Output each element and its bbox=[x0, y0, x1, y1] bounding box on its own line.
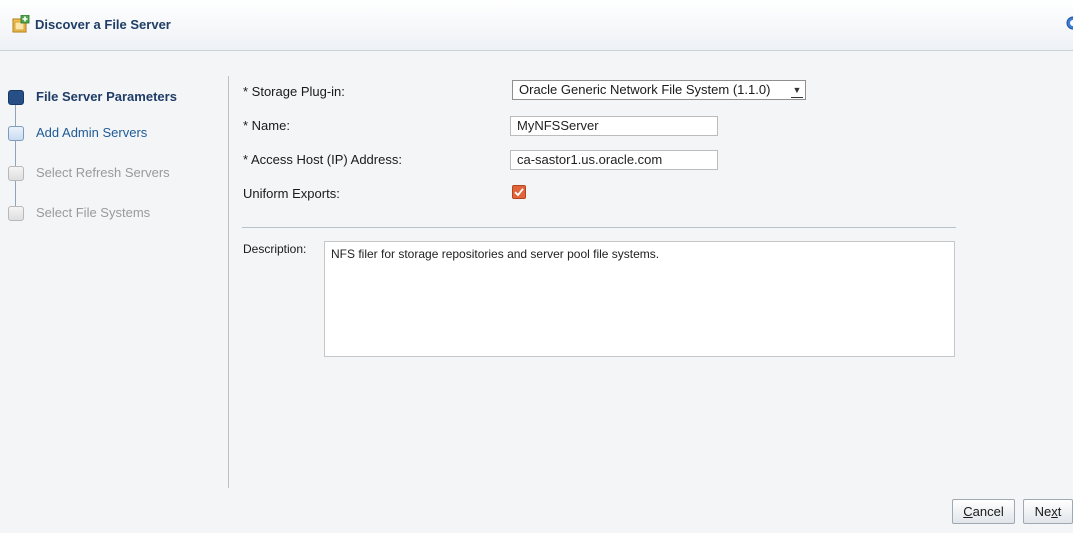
cancel-mnemonic: C bbox=[963, 504, 973, 519]
name-value: MyNFSServer bbox=[517, 118, 599, 133]
uniform-exports-label: Uniform Exports: bbox=[243, 186, 340, 201]
access-host-label: * Access Host (IP) Address: bbox=[243, 152, 402, 167]
description-value: NFS filer for storage repositories and s… bbox=[331, 247, 660, 261]
cancel-label: ancel bbox=[972, 504, 1004, 519]
checkbox-checked-icon[interactable] bbox=[512, 185, 526, 199]
access-host-input[interactable]: ca-sastor1.us.oracle.com bbox=[510, 150, 718, 170]
horizontal-divider bbox=[242, 227, 956, 228]
storage-plugin-select[interactable]: Oracle Generic Network File System (1.1.… bbox=[512, 80, 806, 100]
name-label: * Name: bbox=[243, 118, 290, 133]
train-connector bbox=[15, 96, 16, 216]
cancel-button[interactable]: Cancel bbox=[952, 499, 1015, 524]
storage-plugin-value: Oracle Generic Network File System (1.1.… bbox=[519, 82, 771, 97]
next-button[interactable]: Next bbox=[1023, 499, 1073, 524]
discover-file-server-icon bbox=[12, 15, 30, 33]
chevron-down-icon[interactable]: ▼ bbox=[791, 83, 803, 98]
dialog-title: Discover a File Server bbox=[35, 17, 171, 32]
next-label-start: Ne bbox=[1034, 504, 1052, 519]
help-icon[interactable] bbox=[1066, 16, 1073, 30]
description-label: Description: bbox=[243, 242, 307, 256]
access-host-value: ca-sastor1.us.oracle.com bbox=[517, 152, 663, 167]
train-step-label: Add Admin Servers bbox=[36, 125, 148, 140]
step-disabled-icon bbox=[8, 206, 24, 221]
train-step-label: File Server Parameters bbox=[36, 89, 177, 104]
train-step-label: Select Refresh Servers bbox=[36, 165, 170, 180]
name-input[interactable]: MyNFSServer bbox=[510, 116, 718, 136]
step-current-icon bbox=[8, 90, 24, 105]
dialog-header: Discover a File Server bbox=[0, 0, 1073, 51]
train-step-label: Select File Systems bbox=[36, 205, 151, 220]
next-label-end: t bbox=[1057, 504, 1062, 519]
step-disabled-icon bbox=[8, 166, 24, 181]
step-visited-icon bbox=[8, 126, 24, 141]
description-textarea[interactable]: NFS filer for storage repositories and s… bbox=[324, 241, 955, 357]
vertical-divider bbox=[228, 76, 229, 488]
storage-plugin-label: * Storage Plug-in: bbox=[243, 84, 345, 99]
